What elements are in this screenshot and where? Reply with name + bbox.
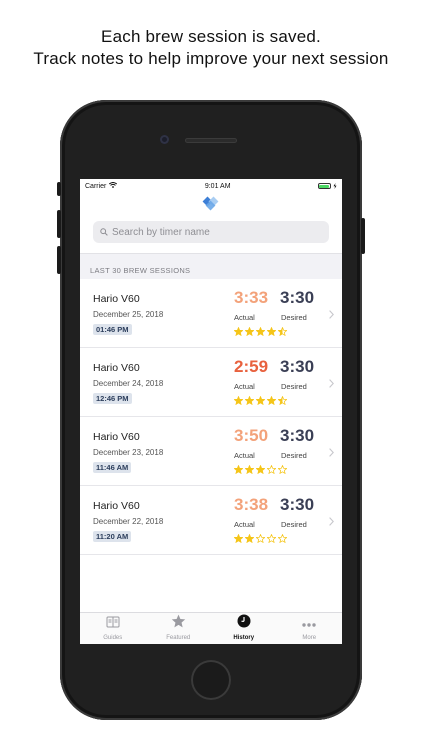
status-time: 9:01 AM bbox=[204, 182, 231, 190]
star-empty-icon bbox=[277, 530, 288, 548]
chevron-right-icon bbox=[329, 375, 334, 393]
chevron-right-icon bbox=[329, 513, 334, 531]
app-screen: Carrier 9:01 AM Search by timer name LAS… bbox=[80, 179, 342, 644]
star-icon bbox=[171, 614, 186, 633]
star-empty-icon bbox=[255, 530, 266, 548]
star-full-icon bbox=[255, 461, 266, 479]
star-full-icon bbox=[233, 461, 244, 479]
actual-label: Actual bbox=[234, 382, 255, 391]
session-row[interactable]: Hario V60 December 24, 2018 12:46 PM 2:5… bbox=[80, 348, 342, 417]
tab-bar: Guides Featured History More bbox=[80, 612, 342, 644]
actual-time: 2:59 bbox=[234, 357, 269, 376]
desired-time: 3:30 bbox=[280, 495, 315, 514]
star-full-icon bbox=[244, 461, 255, 479]
tab-label: More bbox=[302, 635, 317, 641]
session-date: December 25, 2018 bbox=[93, 310, 164, 319]
status-bar: Carrier 9:01 AM bbox=[80, 179, 342, 193]
star-half-icon bbox=[277, 392, 288, 410]
search-placeholder[interactable]: Search by timer name bbox=[112, 227, 210, 238]
more-icon bbox=[301, 615, 317, 633]
tab-featured[interactable]: Featured bbox=[146, 613, 212, 644]
home-button[interactable] bbox=[191, 660, 231, 700]
guides-icon bbox=[106, 615, 120, 633]
actual-time: 3:33 bbox=[234, 288, 269, 307]
session-row[interactable]: Hario V60 December 22, 2018 11:20 AM 3:3… bbox=[80, 486, 342, 555]
tab-label: Guides bbox=[103, 635, 123, 641]
session-date: December 23, 2018 bbox=[93, 448, 164, 457]
caption-line-2: Track notes to help improve your next se… bbox=[33, 49, 389, 68]
star-full-icon bbox=[244, 530, 255, 548]
phone-frame: Carrier 9:01 AM Search by timer name LAS… bbox=[57, 100, 365, 720]
battery-icon bbox=[317, 183, 337, 189]
tab-history[interactable]: History bbox=[211, 613, 277, 644]
session-list: Hario V60 December 25, 2018 01:46 PM 3:3… bbox=[80, 279, 342, 555]
actual-label: Actual bbox=[234, 313, 255, 322]
search-bar[interactable]: Search by timer name bbox=[93, 221, 329, 243]
session-name: Hario V60 bbox=[93, 500, 140, 512]
actual-label: Actual bbox=[234, 520, 255, 529]
volume-down-button bbox=[57, 246, 61, 274]
star-full-icon bbox=[266, 323, 277, 341]
star-full-icon bbox=[255, 323, 266, 341]
star-full-icon bbox=[255, 392, 266, 410]
volume-up-button bbox=[57, 210, 61, 238]
star-empty-icon bbox=[277, 461, 288, 479]
session-name: Hario V60 bbox=[93, 293, 140, 305]
power-button bbox=[361, 218, 365, 254]
desired-time: 3:30 bbox=[280, 357, 315, 376]
chevron-right-icon bbox=[329, 444, 334, 462]
star-full-icon bbox=[233, 392, 244, 410]
star-rating bbox=[233, 461, 288, 479]
clock-icon bbox=[237, 614, 251, 633]
session-date: December 22, 2018 bbox=[93, 517, 164, 526]
tab-label: Featured bbox=[166, 635, 191, 641]
tab-label: History bbox=[233, 635, 255, 641]
session-time-badge: 11:20 AM bbox=[93, 531, 132, 542]
session-name: Hario V60 bbox=[93, 362, 140, 374]
star-empty-icon bbox=[266, 461, 277, 479]
session-row[interactable]: Hario V60 December 25, 2018 01:46 PM 3:3… bbox=[80, 279, 342, 348]
session-name: Hario V60 bbox=[93, 431, 140, 443]
star-half-icon bbox=[277, 323, 288, 341]
section-header: LAST 30 BREW SESSIONS bbox=[80, 253, 342, 279]
star-full-icon bbox=[244, 392, 255, 410]
front-camera bbox=[160, 135, 169, 144]
mute-switch bbox=[57, 182, 61, 196]
session-date: December 24, 2018 bbox=[93, 379, 164, 388]
star-rating bbox=[233, 392, 288, 410]
actual-label: Actual bbox=[234, 451, 255, 460]
session-row[interactable]: Hario V60 December 23, 2018 11:46 AM 3:5… bbox=[80, 417, 342, 486]
actual-time: 3:50 bbox=[234, 426, 269, 445]
wifi-icon bbox=[109, 182, 118, 190]
star-full-icon bbox=[233, 323, 244, 341]
chevron-right-icon bbox=[329, 306, 334, 324]
promo-caption: Each brew session is saved. Track notes … bbox=[0, 26, 422, 70]
earpiece-speaker bbox=[185, 138, 237, 143]
star-rating bbox=[233, 323, 288, 341]
star-rating bbox=[233, 530, 288, 548]
star-full-icon bbox=[233, 530, 244, 548]
caption-line-1: Each brew session is saved. bbox=[101, 27, 321, 46]
star-full-icon bbox=[244, 323, 255, 341]
desired-label: Desired bbox=[281, 382, 307, 391]
tab-more[interactable]: More bbox=[277, 613, 343, 644]
app-logo bbox=[80, 193, 342, 215]
desired-time: 3:30 bbox=[280, 288, 315, 307]
session-time-badge: 11:46 AM bbox=[93, 462, 132, 473]
star-full-icon bbox=[266, 392, 277, 410]
session-time-badge: 12:46 PM bbox=[93, 393, 132, 404]
desired-label: Desired bbox=[281, 313, 307, 322]
search-icon bbox=[100, 228, 108, 236]
session-time-badge: 01:46 PM bbox=[93, 324, 132, 335]
desired-label: Desired bbox=[281, 520, 307, 529]
tab-guides[interactable]: Guides bbox=[80, 613, 146, 644]
star-empty-icon bbox=[266, 530, 277, 548]
carrier-label: Carrier bbox=[85, 182, 107, 190]
actual-time: 3:38 bbox=[234, 495, 269, 514]
desired-time: 3:30 bbox=[280, 426, 315, 445]
desired-label: Desired bbox=[281, 451, 307, 460]
